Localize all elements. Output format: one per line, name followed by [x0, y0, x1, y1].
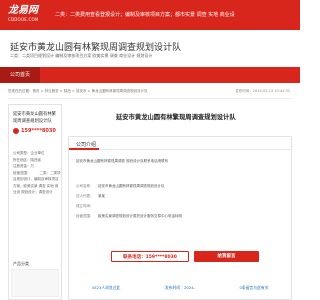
stat-views-text: 4523人浏览过此	[91, 285, 121, 290]
info-key: 法人代表：	[76, 194, 94, 198]
section-title: 公司介绍	[76, 142, 97, 148]
company-info-list: 公司名称： 延安市黄龙山圆有林繁现周调查规划设计队 法人代表： 某某 成立时间： 经…	[76, 183, 286, 223]
info-row: 成立时间：	[76, 203, 286, 209]
stat-views: 4523人浏览过此	[69, 277, 143, 297]
sidebar: 延安市黄龙山圆有林繁现周调查规划设计队 159****8030 公司类型：企业单…	[8, 104, 62, 300]
sidebar-info-row: 经营范围： 二类：二类项目规划设计，编制及审核项目方案；欧美实景 调查 实地 商业…	[13, 170, 61, 196]
info-row: 经营范围： 欧美实景调查规划设计委托设计服务交易中心电话标明	[76, 213, 286, 219]
sidebar-info-list: 公司类型：企业单位 所在地区：陕西省 注册资金：万 经营范围： 二类：二类项目规划…	[13, 150, 61, 196]
sidebar-phone[interactable]: 159****8030	[13, 128, 56, 134]
card-header: 公司介绍	[69, 137, 291, 150]
breadcrumb-bar: 您现在的位置：首页 > 林业服务 > 陕西 > 延安市 > 黄龙山圆有林繁现周调…	[8, 89, 292, 99]
info-value: 陕西省	[30, 157, 42, 162]
info-value: 万	[30, 164, 35, 168]
logo-domain: CDDOOE.COM	[8, 17, 39, 22]
info-key: 公司类型：	[13, 151, 31, 155]
info-key: 公司名称：	[76, 184, 94, 188]
publish-time: 发布时间：2024-03-13 10:42:32	[235, 89, 290, 93]
page-title: 延安市黄龙山圆有林繁现周调查规划设计队	[116, 114, 236, 121]
info-value: 延安市黄龙山圆有林繁现周调查规划设计队	[98, 184, 165, 188]
stat-comments: 0条留言与此有关	[217, 277, 291, 297]
main-content: 延安市黄龙山圆有林繁现周调查规划设计队 公司介绍 延安市黄龙山圆有林繁现周调查 …	[68, 104, 292, 300]
company-title: 延安市黄龙山圆有林繁现周调查规划设计队	[10, 43, 182, 53]
top-header-bar: 龙易网 CDDOOE.COM 二类：二类费用查看登报设计；编制及审核项目方案；都…	[0, 0, 300, 30]
main-nav: 公司首页	[0, 67, 300, 83]
breadcrumb[interactable]: 您现在的位置：首页 > 林业服务 > 陕西 > 延安市 > 黄龙山圆有林繁现周调…	[8, 89, 148, 94]
site-logo[interactable]: 龙易网 CDDOOE.COM	[8, 5, 46, 27]
info-row: 法人代表： 某某	[76, 193, 286, 199]
logo-text: 龙易网	[8, 5, 38, 16]
leave-message-button[interactable]: 给我留言	[194, 251, 259, 262]
product-thumbnail[interactable]	[11, 269, 59, 297]
products-heading: 产品分类	[13, 261, 29, 266]
tab-company-home[interactable]: 公司首页	[0, 67, 40, 83]
phone-icon	[13, 128, 19, 134]
header-scope-text: 二类：二类费用查看登报设计；编制及审核项目方案；都市实景 调查 实地 商业设	[55, 12, 235, 18]
company-intro-card: 公司介绍 延安市黄龙山圆有林繁现周调查 规划设计队联系电话请联系 公司名称： 延安…	[68, 136, 292, 300]
sidebar-phone-number: 159****8030	[21, 128, 56, 134]
company-description: 二类：二类项目规划设计 编制及审核项目方案 欧美实景 调查 商业设计 规划设计	[10, 53, 153, 58]
info-key: 注册资金：	[13, 164, 31, 168]
info-key: 成立时间：	[76, 204, 94, 208]
stat-comments-text: 0条留言与此有关	[239, 285, 269, 290]
stats-row: 4523人浏览过此 发布时间：2024- 0条留言与此有关	[69, 277, 291, 297]
stat-published: 发布时间：2024-	[143, 277, 217, 297]
call-phone-button[interactable]: 联系电话：159****8030	[111, 251, 189, 262]
section-underline	[69, 148, 99, 150]
info-key: 所在地区：	[13, 157, 31, 162]
info-value: 企业单位	[30, 151, 45, 155]
info-key: 经营范围：	[13, 170, 31, 175]
sidebar-company-name: 延安市黄龙山圆有林繁现周调查规划设计队	[13, 112, 56, 124]
info-row: 公司名称： 延安市黄龙山圆有林繁现周调查规划设计队	[76, 183, 286, 189]
info-key: 经营范围：	[76, 214, 94, 218]
intro-text: 延安市黄龙山圆有林繁现周调查 规划设计队联系电话请联系	[76, 159, 169, 163]
stat-published-text: 发布时间：2024-	[164, 285, 196, 290]
info-value: 某某	[98, 194, 105, 198]
info-value: 欧美实景调查规划设计委托设计服务交易中心电话标明	[98, 214, 182, 218]
